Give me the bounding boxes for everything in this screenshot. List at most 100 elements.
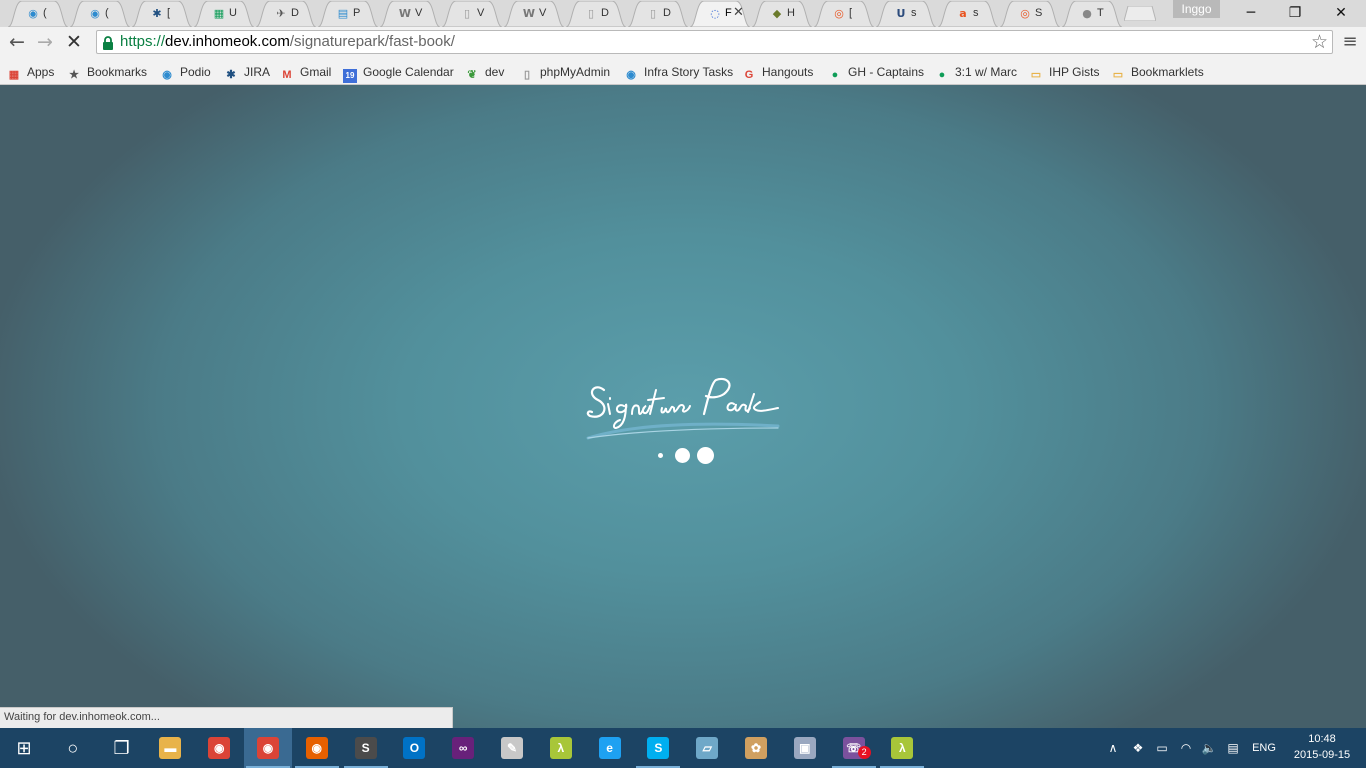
browser-tab[interactable]: ✈ D <box>256 1 316 27</box>
tab-close-icon[interactable]: ✕ <box>733 5 744 20</box>
start-button-taskbar-button[interactable]: ⊞ <box>0 728 48 768</box>
bookmark-hangouts[interactable]: G Hangouts <box>742 62 814 82</box>
internet-explorer-taskbar-button[interactable]: e <box>586 728 634 768</box>
wifi-icon[interactable]: ◠ <box>1176 728 1196 768</box>
tab-title: V <box>477 7 485 19</box>
firefox-taskbar-button[interactable]: ◉ <box>293 728 341 768</box>
tray-chevron-icon[interactable]: ∧ <box>1104 728 1122 768</box>
browser-tab[interactable]: ◉( <box>8 1 68 27</box>
bookmark-gh-captains[interactable]: ● GH - Captains <box>828 62 924 82</box>
stop-button[interactable]: ✕ <box>63 31 85 53</box>
wordpress-icon: W <box>398 7 412 20</box>
loading-spinner-icon: ◌ <box>710 7 720 20</box>
dropbox-icon[interactable]: ❖ <box>1128 728 1148 768</box>
bookmark-label: JIRA <box>244 65 271 79</box>
bookmark-label: Apps <box>27 65 55 79</box>
ubuntu-icon: ◎ <box>1020 7 1030 20</box>
system-clock[interactable]: 10:48 2015-09-15 <box>1286 731 1358 763</box>
tab-title: S <box>1035 7 1043 19</box>
paint-palette-taskbar-button[interactable]: ✿ <box>732 728 780 768</box>
bookmark-bookmarks[interactable]: ★ Bookmarks <box>67 62 147 82</box>
bookmark-bookmarklets[interactable]: ▭ Bookmarklets <box>1111 62 1204 82</box>
back-button[interactable]: ← <box>6 31 28 53</box>
page-content <box>0 85 1366 728</box>
language-indicator[interactable]: ENG <box>1248 728 1280 768</box>
notepad-taskbar-button[interactable]: ▱ <box>683 728 731 768</box>
tab-title: P <box>353 7 361 19</box>
bookmark-apps[interactable]: ▦ Apps <box>7 62 55 82</box>
bookmark-dev[interactable]: ❦ dev <box>465 62 504 82</box>
minimize-button[interactable]: ─ <box>1228 0 1274 27</box>
tab-title: D <box>663 7 671 19</box>
browser-tab[interactable]: ◌ F ✕ <box>690 1 750 27</box>
gmail-icon: M <box>282 69 292 81</box>
volume-icon[interactable]: 🔈 <box>1199 728 1219 768</box>
notifications-icon[interactable]: ▤ <box>1223 728 1243 768</box>
cortana-icon: ○ <box>67 738 79 758</box>
bookmark-podio[interactable]: ◉ Podio <box>160 62 211 82</box>
new-tab-button[interactable] <box>1123 5 1157 22</box>
bookmark-ihp-gists[interactable]: ▭ IHP Gists <box>1029 62 1100 82</box>
browser-tab[interactable]: ▯ V <box>442 1 502 27</box>
virtualbox-icon: ▣ <box>793 737 816 759</box>
hangouts-icon: ● <box>831 69 839 81</box>
file-explorer-taskbar-button[interactable]: ▬ <box>146 728 194 768</box>
bookmark-3-1-w-marc[interactable]: ● 3:1 w/ Marc <box>935 62 1017 82</box>
browser-tab[interactable]: as <box>938 1 998 27</box>
file-explorer-icon: ▬ <box>159 737 182 759</box>
ul-icon: U <box>896 7 906 20</box>
paint-icon: ✎ <box>501 737 523 759</box>
bookmark-google-calendar[interactable]: 19 Google Calendar <box>343 62 454 83</box>
browser-tab[interactable]: ▤ P <box>318 1 378 27</box>
jira-icon: ✱ <box>152 7 162 20</box>
task-view-button-taskbar-button[interactable]: ❐ <box>98 728 146 768</box>
browser-tab[interactable]: WV <box>504 1 564 27</box>
window-close-button[interactable]: ✕ <box>1318 0 1364 27</box>
browser-tab[interactable]: WV <box>380 1 440 27</box>
browser-tab[interactable]: ▦ U <box>194 1 254 27</box>
folder-icon: ▭ <box>1030 69 1042 81</box>
battery-icon[interactable]: ▭ <box>1152 728 1172 768</box>
url-text[interactable]: https://dev.inhomeok.com/signaturepark/f… <box>120 33 455 50</box>
forward-button[interactable]: → <box>34 31 56 53</box>
profile-button[interactable]: Inggo <box>1173 0 1220 18</box>
tab-title: s <box>911 7 917 19</box>
chrome-taskbar-button[interactable]: ◉ <box>244 728 292 768</box>
chrome-menu-button[interactable]: ≡ <box>1340 31 1360 53</box>
browser-tab[interactable]: Us <box>876 1 936 27</box>
viber-taskbar-button[interactable]: ☏ 2 <box>830 728 878 768</box>
bookmark-star-icon[interactable]: ☆ <box>1311 31 1328 53</box>
browser-tab[interactable]: ◉( <box>70 1 130 27</box>
bookmark-phpmyadmin[interactable]: ▯ phpMyAdmin <box>520 62 610 82</box>
leaf-icon: ❦ <box>467 69 477 81</box>
browser-tab[interactable]: ▯ D <box>566 1 626 27</box>
address-bar[interactable]: https://dev.inhomeok.com/signaturepark/f… <box>96 30 1333 54</box>
lambda-app-taskbar-button[interactable]: λ <box>537 728 585 768</box>
browser-tab[interactable]: ✱[ <box>132 1 192 27</box>
visual-studio-taskbar-button[interactable]: ∞ <box>439 728 487 768</box>
tab-title: D <box>291 7 299 19</box>
paint-taskbar-button[interactable]: ✎ <box>488 728 536 768</box>
cortana-button-taskbar-button[interactable]: ○ <box>49 728 97 768</box>
bookmark-jira[interactable]: ✱ JIRA <box>224 62 270 82</box>
browser-tab[interactable]: ● T <box>1062 1 1122 27</box>
browser-tab[interactable]: ◆ H <box>752 1 812 27</box>
maximize-button[interactable]: ❐ <box>1272 0 1318 27</box>
flight-icon: ✈ <box>276 7 286 20</box>
terminal-app-taskbar-button[interactable]: λ <box>878 728 926 768</box>
bookmark-infra-story-tasks[interactable]: ◉ Infra Story Tasks <box>624 62 733 82</box>
lock-icon[interactable] <box>101 35 115 50</box>
browser-tab[interactable]: ◎[ <box>814 1 874 27</box>
bookmark-gmail[interactable]: M Gmail <box>280 62 331 82</box>
skype-taskbar-button[interactable]: S <box>634 728 682 768</box>
loading-dot-1 <box>658 453 663 458</box>
chrome-taskbar-button[interactable]: ◉ <box>195 728 243 768</box>
virtualbox-taskbar-button[interactable]: ▣ <box>781 728 829 768</box>
visual-studio-icon: ∞ <box>452 737 475 759</box>
sublime-text-taskbar-button[interactable]: S <box>342 728 390 768</box>
browser-tab[interactable]: ◎ S <box>1000 1 1060 27</box>
browser-tab[interactable]: ▯ D <box>628 1 688 27</box>
outlook-taskbar-button[interactable]: O <box>390 728 438 768</box>
bookmark-label: IHP Gists <box>1049 65 1100 79</box>
page-icon: ▯ <box>649 7 657 20</box>
